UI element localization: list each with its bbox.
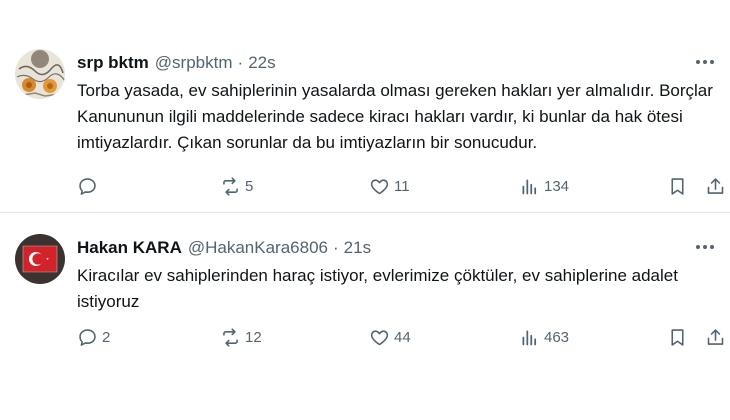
timestamp[interactable]: 21s — [344, 238, 371, 258]
reply-button[interactable] — [77, 171, 102, 201]
repost-arrows-icon — [223, 327, 238, 347]
share-upload-icon — [707, 177, 724, 194]
bookmark-icon — [671, 177, 684, 195]
tweet-header: Hakan KARA @HakanKara6806 · 21s — [77, 236, 371, 260]
separator-dot: · — [333, 238, 339, 257]
repost-button[interactable]: 12 — [220, 322, 262, 352]
share-button[interactable] — [705, 171, 726, 201]
bookmark-icon — [671, 328, 684, 346]
like-button[interactable]: 44 — [369, 322, 411, 352]
turkish-flag-avatar-image — [15, 234, 65, 284]
more-button[interactable] — [694, 51, 716, 73]
bar-chart-icon — [522, 330, 537, 345]
timestamp[interactable]: 22s — [248, 53, 275, 73]
reply-button[interactable]: 2 — [77, 322, 110, 352]
more-button[interactable] — [694, 236, 716, 258]
share-upload-icon — [707, 328, 724, 345]
action-bar: 5 11 134 — [77, 171, 727, 201]
bar-chart-icon — [522, 179, 537, 194]
like-button[interactable]: 11 — [369, 171, 410, 201]
view-count: 463 — [544, 328, 570, 346]
separator-dot: · — [237, 53, 244, 72]
tweet-post[interactable]: Hakan KARA @HakanKara6806 · 21s Kiracıla… — [0, 222, 730, 420]
repost-button[interactable]: 5 — [220, 171, 253, 201]
reply-bubble-icon — [79, 177, 96, 195]
repost-arrows-icon — [223, 176, 238, 196]
bookmark-button[interactable] — [667, 322, 688, 352]
avatar[interactable] — [15, 234, 65, 284]
view-count: 134 — [544, 177, 570, 195]
share-button[interactable] — [705, 322, 726, 352]
post-divider — [0, 212, 730, 213]
tweet-text: Torba yasada, ev sahiplerinin yasalarda … — [77, 81, 713, 152]
heart-icon — [370, 329, 389, 345]
repost-count: 5 — [245, 177, 254, 195]
reply-count: 2 — [102, 328, 111, 346]
reply-bubble-icon — [79, 328, 96, 346]
more-dots-icon — [696, 245, 714, 249]
action-bar: 2 12 44 463 — [77, 322, 727, 352]
author-name[interactable]: srp bktm — [77, 53, 149, 73]
views-button[interactable]: 463 — [519, 322, 569, 352]
tweet-post[interactable]: srp bktm @srpbktm · 22s Torba yasada, ev… — [0, 37, 730, 210]
author-handle[interactable]: @HakanKara6806 — [188, 238, 328, 258]
repost-count: 12 — [245, 328, 262, 346]
author-handle[interactable]: @srpbktm — [155, 53, 233, 73]
heart-icon — [370, 178, 389, 194]
author-name[interactable]: Hakan KARA — [77, 238, 182, 258]
views-button[interactable]: 134 — [519, 171, 569, 201]
like-count: 11 — [394, 177, 410, 195]
tweet-text: Kiracılar ev sahiplerinden haraç istiyor… — [77, 266, 678, 311]
bookmark-button[interactable] — [667, 171, 688, 201]
avatar[interactable] — [15, 49, 65, 99]
more-dots-icon — [696, 60, 714, 64]
sketch-artwork-avatar-image — [15, 49, 65, 99]
like-count: 44 — [394, 328, 411, 346]
tweet-header: srp bktm @srpbktm · 22s — [77, 51, 276, 75]
